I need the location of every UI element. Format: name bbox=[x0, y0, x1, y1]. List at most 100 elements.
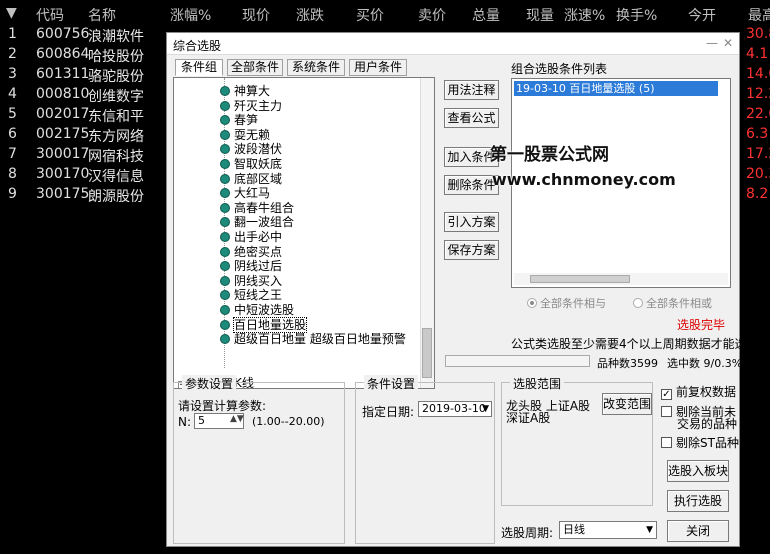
high-price: 22.6 bbox=[746, 106, 770, 122]
tree-item[interactable]: 神算大 bbox=[220, 82, 270, 98]
formula-leaf-icon bbox=[220, 334, 230, 345]
progress-bar bbox=[445, 355, 590, 367]
tree-item[interactable]: 耍无赖 bbox=[220, 126, 270, 142]
param-range: (1.00--20.00) bbox=[252, 415, 325, 428]
col-header[interactable]: 涨幅% bbox=[170, 5, 211, 25]
tree-item[interactable]: 超级百日地量 超级百日地量预警 bbox=[220, 330, 406, 346]
hint-text: 公式类选股至少需要4个以上周期数据才能选出 bbox=[511, 337, 759, 351]
tree-item[interactable]: 阴线买入 bbox=[220, 272, 282, 288]
tree-item[interactable]: 春笋 bbox=[220, 111, 258, 127]
combo-hscroll-thumb[interactable] bbox=[530, 275, 630, 283]
dropdown-arrow-icon[interactable]: ▼ bbox=[482, 402, 489, 416]
status-text: 选股完毕 bbox=[677, 318, 726, 332]
exclude-st-checkbox[interactable]: 剔除ST品种 bbox=[661, 436, 739, 450]
date-picker[interactable]: 2019-03-10 ▼ bbox=[418, 401, 492, 417]
params-group: 参数设置 请设置计算参数: N: 5 ▲▼ (1.00--20.00) bbox=[173, 375, 345, 544]
row-index: 6 bbox=[8, 126, 17, 142]
col-header[interactable]: 卖价 bbox=[418, 5, 446, 25]
col-header[interactable]: 总量 bbox=[472, 5, 500, 25]
col-header[interactable]: 买价 bbox=[356, 5, 384, 25]
tree-item[interactable]: 歼灭主力 bbox=[220, 97, 282, 113]
tree-item[interactable]: 智取妖底 bbox=[220, 155, 282, 171]
variety-count: 品种数3599 bbox=[597, 357, 658, 370]
formula-leaf-icon bbox=[220, 100, 230, 111]
params-label: 请设置计算参数: bbox=[178, 399, 267, 413]
stock-code: 002017 bbox=[36, 106, 90, 122]
checkbox-icon bbox=[661, 406, 672, 417]
tree-item[interactable]: 出手必中 bbox=[220, 228, 282, 244]
combo-list-item[interactable]: 19-03-10 百日地量选股 (5) bbox=[514, 81, 718, 96]
minimize-icon[interactable]: — bbox=[705, 36, 719, 50]
tab-system-conditions[interactable]: 系统条件 bbox=[287, 59, 345, 76]
formula-leaf-icon bbox=[220, 261, 230, 272]
period-select[interactable]: 日线 ▼ bbox=[559, 521, 657, 539]
stock-code: 002175 bbox=[36, 126, 90, 142]
col-header[interactable]: 换手% bbox=[616, 5, 657, 25]
col-header[interactable]: 名称 bbox=[88, 5, 116, 25]
condition-setting-group: 条件设置 指定日期: 2019-03-10 ▼ bbox=[355, 375, 495, 544]
tab-condition-group[interactable]: 条件组 bbox=[175, 59, 223, 76]
import-plan-button[interactable]: 引入方案 bbox=[444, 212, 499, 232]
col-header[interactable]: 涨跌 bbox=[296, 5, 324, 25]
tab-user-conditions[interactable]: 用户条件 bbox=[349, 59, 407, 76]
stock-name: 创维数字 bbox=[88, 89, 144, 105]
tree-item[interactable]: 绝密买点 bbox=[220, 243, 282, 259]
formula-leaf-icon bbox=[220, 246, 230, 257]
tree-item[interactable]: 大红马 bbox=[220, 184, 270, 200]
tree-scrollbar[interactable] bbox=[420, 78, 434, 388]
execute-button[interactable]: 执行选股 bbox=[667, 490, 729, 512]
row-index: 2 bbox=[8, 46, 17, 62]
radio-and-label: 全部条件相与 bbox=[540, 297, 606, 310]
combo-hscrollbar[interactable] bbox=[514, 273, 728, 285]
dropdown-arrow-icon[interactable]: ▼ bbox=[646, 522, 653, 538]
tree-item[interactable]: 阴线过后 bbox=[220, 257, 282, 273]
col-header[interactable]: 最高 bbox=[748, 5, 770, 25]
close-button[interactable]: 关闭 bbox=[667, 520, 729, 542]
condition-tree[interactable]: 神算大 歼灭主力 春笋 耍无赖 波段潜伏 智取妖底 底部区域 大红马 高春牛组合 翻一波组合 出手必… bbox=[173, 77, 435, 389]
tree-item[interactable]: 短线之王 bbox=[220, 286, 282, 302]
date-value: 2019-03-10 bbox=[422, 402, 486, 415]
col-header[interactable]: 代码 bbox=[36, 5, 64, 25]
formula-leaf-icon bbox=[220, 159, 230, 169]
col-header[interactable]: 现量 bbox=[526, 5, 554, 25]
stock-name: 网宿科技 bbox=[88, 149, 144, 165]
change-range-button[interactable]: 改变范围 bbox=[602, 393, 652, 415]
period-value: 日线 bbox=[563, 523, 585, 536]
pre-adjust-checkbox[interactable]: ✓ 前复权数据 bbox=[661, 385, 736, 400]
formula-leaf-icon bbox=[220, 129, 230, 140]
tree-item[interactable]: 波段潜伏 bbox=[220, 140, 282, 156]
view-formula-button[interactable]: 查看公式 bbox=[444, 108, 499, 128]
tab-all-conditions[interactable]: 全部条件 bbox=[227, 59, 283, 76]
tree-item[interactable]: 翻一波组合 bbox=[220, 213, 294, 229]
tree-item[interactable]: 高春牛组合 bbox=[220, 199, 294, 215]
sort-arrow-icon[interactable]: ▼ bbox=[6, 5, 17, 21]
exclude-suspended-label-2: 交易的品种 bbox=[677, 417, 738, 431]
stock-name: 浪潮软件 bbox=[88, 29, 144, 45]
tree-item[interactable]: 底部区域 bbox=[220, 170, 282, 186]
col-header[interactable]: 涨速% bbox=[564, 5, 605, 25]
title-bar[interactable]: 综合选股 — ✕ bbox=[167, 33, 739, 55]
watermark-line-1: 第一股票公式网 bbox=[490, 145, 609, 165]
period-label: 选股周期: bbox=[501, 526, 554, 540]
radio-or[interactable]: 全部条件相或 bbox=[633, 295, 712, 311]
exclude-st-label: 剔除ST品种 bbox=[676, 436, 739, 450]
save-plan-button[interactable]: 保存方案 bbox=[444, 240, 499, 260]
stock-screener-dialog: 综合选股 — ✕ 条件组 全部条件 系统条件 用户条件 神算大 歼灭主力 春笋 耍无赖… bbox=[166, 32, 759, 547]
dialog-title: 综合选股 bbox=[173, 39, 222, 53]
range-group: 选股范围 龙头股 上证A股 深证A股 改变范围 bbox=[501, 375, 653, 506]
col-header[interactable]: 今开 bbox=[688, 5, 716, 25]
tree-item[interactable]: 中短波选股 bbox=[220, 301, 294, 317]
close-icon[interactable]: ✕ bbox=[721, 36, 735, 50]
usage-button[interactable]: 用法注释 bbox=[444, 80, 499, 100]
row-index: 8 bbox=[8, 166, 17, 182]
stepper-icon[interactable]: ▲▼ bbox=[230, 414, 244, 424]
stock-code: 300175 bbox=[36, 186, 90, 202]
stock-name: 哈投股份 bbox=[88, 49, 144, 65]
col-header[interactable]: 现价 bbox=[242, 5, 270, 25]
tree-scroll-thumb[interactable] bbox=[422, 328, 432, 378]
delete-condition-button[interactable]: 删除条件 bbox=[444, 175, 499, 195]
high-price: 8.2 bbox=[746, 186, 769, 202]
radio-and[interactable]: 全部条件相与 bbox=[527, 295, 606, 311]
add-to-block-button[interactable]: 选股入板块 bbox=[667, 460, 729, 482]
tree-item[interactable]: 百日地量选股 bbox=[220, 316, 308, 333]
